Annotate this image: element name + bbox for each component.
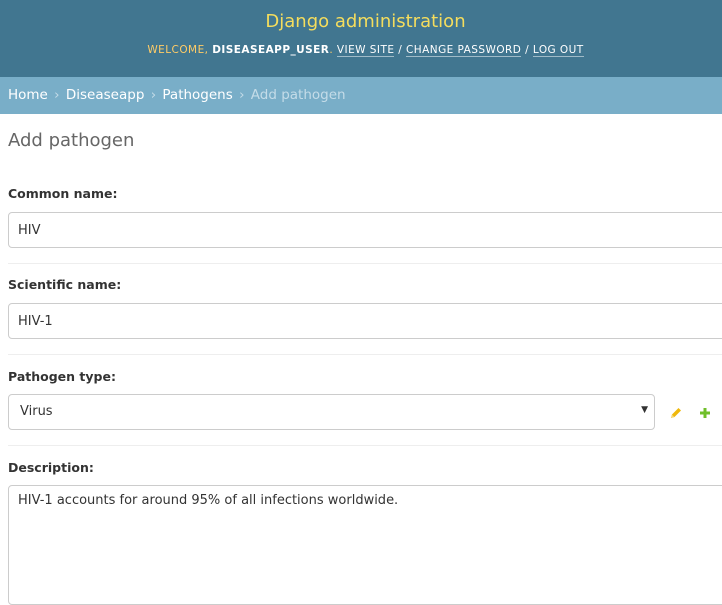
description-textarea[interactable]: HIV-1 accounts for around 95% of all inf… [8,485,722,605]
username: DISEASEAPP_USER [212,44,330,56]
log-out-link[interactable]: Log out [532,44,584,57]
breadcrumb-current: Add pathogen [250,87,346,103]
chevron-down-icon: ▼ [641,405,648,415]
scientific-name-input[interactable] [8,303,722,339]
common-name-label: Common name: [8,186,118,201]
field-divider [8,354,722,355]
pathogen-type-select[interactable]: Virus ▼ [8,394,655,430]
breadcrumb: Home › Diseaseapp › Pathogens › Add path… [0,77,722,114]
header: Django administration Welcome, DISEASEAP… [0,0,722,77]
site-name[interactable]: Django administration [0,11,722,32]
field-divider [8,445,722,446]
plus-icon[interactable] [698,405,712,419]
breadcrumb-app[interactable]: Diseaseapp [66,87,145,103]
pencil-icon[interactable] [669,405,683,419]
description-value: HIV-1 accounts for around 95% of all inf… [18,493,399,508]
pathogen-type-label: Pathogen type: [8,369,116,384]
page-title: Add pathogen [8,130,135,151]
breadcrumb-separator: › [54,87,60,103]
view-site-link[interactable]: View site [336,44,395,57]
breadcrumb-separator: › [239,87,245,103]
breadcrumb-model[interactable]: Pathogens [162,87,232,103]
user-tools: Welcome, DISEASEAPP_USER. View site / Ch… [147,44,584,57]
welcome-text: Welcome, [147,44,209,56]
field-divider [8,263,722,264]
common-name-input[interactable] [8,212,722,248]
breadcrumb-separator: › [150,87,157,103]
breadcrumb-home[interactable]: Home [8,87,48,103]
change-password-link[interactable]: Change password [406,44,522,57]
description-label: Description: [8,460,94,475]
separator: / [398,44,403,56]
scientific-name-label: Scientific name: [8,277,122,292]
pathogen-type-selected: Virus [20,404,53,419]
separator: / [525,44,530,56]
